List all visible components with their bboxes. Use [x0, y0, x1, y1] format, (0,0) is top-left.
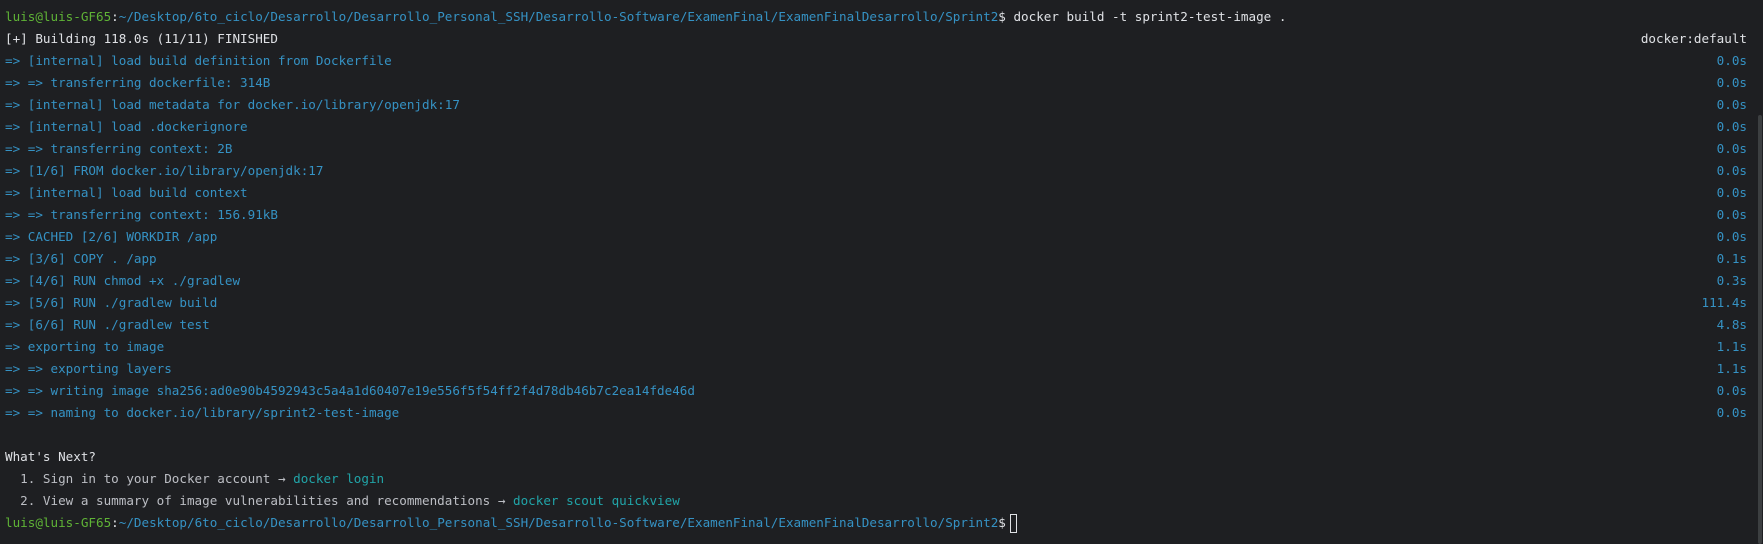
build-step-time: 0.1s [1716, 251, 1747, 266]
build-step-row: => => exporting layers 1.1s [5, 358, 1747, 380]
prompt-path: ~/Desktop/6to_ciclo/Desarrollo/Desarroll… [118, 9, 999, 24]
build-step-row: => [5/6] RUN ./gradlew build 111.4s [5, 292, 1747, 314]
build-step-row: => exporting to image 1.1s [5, 336, 1747, 358]
prompt-symbol: $ [998, 9, 1006, 24]
build-step-row: => => writing image sha256:ad0e90b459294… [5, 380, 1747, 402]
build-step-time: 0.0s [1716, 163, 1747, 178]
prompt-symbol: $ [998, 515, 1006, 530]
build-step-time: 0.0s [1716, 141, 1747, 156]
build-step-time: 0.0s [1716, 97, 1747, 112]
whats-next-command[interactable]: docker scout quickview [513, 493, 680, 508]
build-step-time: 0.0s [1716, 207, 1747, 222]
build-step-text: => [4/6] RUN chmod +x ./gradlew [5, 273, 241, 288]
prompt-colon: : [111, 515, 119, 530]
build-step-time: 111.4s [1701, 295, 1748, 310]
build-context: docker:default [1640, 31, 1747, 46]
build-step-text: => [5/6] RUN ./gradlew build [5, 295, 218, 310]
prompt-path: ~/Desktop/6to_ciclo/Desarrollo/Desarroll… [118, 515, 999, 530]
build-step-text: => => transferring dockerfile: 314B [5, 75, 271, 90]
build-step-text: => [internal] load metadata for docker.i… [5, 97, 460, 112]
prompt-line-current[interactable]: luis@luis-GF65:~/Desktop/6to_ciclo/Desar… [5, 512, 1747, 534]
build-step-row: => => transferring context: 156.91kB 0.0s [5, 204, 1747, 226]
build-step-row: => => transferring dockerfile: 314B 0.0s [5, 72, 1747, 94]
build-step-row: => [1/6] FROM docker.io/library/openjdk:… [5, 160, 1747, 182]
build-header: [+] Building 118.0s (11/11) FINISHED dock… [5, 28, 1747, 50]
build-step-time: 0.0s [1716, 75, 1747, 90]
build-step-row: => => naming to docker.io/library/sprint… [5, 402, 1747, 424]
build-step-text: => => exporting layers [5, 361, 172, 376]
build-status: [+] Building 118.0s (11/11) FINISHED [5, 31, 278, 46]
terminal-output: luis@luis-GF65:~/Desktop/6to_ciclo/Desar… [5, 6, 1747, 534]
build-step-text: => => transferring context: 156.91kB [5, 207, 278, 222]
build-step-time: 0.0s [1716, 53, 1747, 68]
whats-next-list: 1. Sign in to your Docker account → dock… [5, 468, 1747, 512]
build-step-row: => CACHED [2/6] WORKDIR /app 0.0s [5, 226, 1747, 248]
prompt-user-host: luis@luis-GF65 [5, 515, 112, 530]
build-step-time: 0.0s [1716, 405, 1747, 420]
whats-next-text: 1. Sign in to your Docker account → [5, 471, 294, 486]
build-step-row: => [internal] load build context 0.0s [5, 182, 1747, 204]
build-step-text: => exporting to image [5, 339, 165, 354]
build-step-text: => [6/6] RUN ./gradlew test [5, 317, 210, 332]
build-step-time: 1.1s [1716, 361, 1747, 376]
build-step-text: => => writing image sha256:ad0e90b459294… [5, 383, 695, 398]
build-step-time: 1.1s [1716, 339, 1747, 354]
build-step-text: => => naming to docker.io/library/sprint… [5, 405, 400, 420]
whats-next-title: What's Next? [5, 449, 96, 464]
build-step-time: 0.3s [1716, 273, 1747, 288]
build-step-text: => [1/6] FROM docker.io/library/openjdk:… [5, 163, 324, 178]
build-step-time: 0.0s [1716, 229, 1747, 244]
text-cursor[interactable] [1009, 514, 1017, 533]
build-steps-list: => [internal] load build definition from… [5, 50, 1747, 424]
build-step-text: => [internal] load build definition from… [5, 53, 392, 68]
prompt-colon: : [111, 9, 119, 24]
whats-next-command[interactable]: docker login [293, 471, 384, 486]
build-step-text: => [internal] load .dockerignore [5, 119, 248, 134]
build-step-time: 0.0s [1716, 185, 1747, 200]
build-step-time: 0.0s [1716, 383, 1747, 398]
build-step-row: => [3/6] COPY . /app 0.1s [5, 248, 1747, 270]
build-step-row: => => transferring context: 2B 0.0s [5, 138, 1747, 160]
prompt-line: luis@luis-GF65:~/Desktop/6to_ciclo/Desar… [5, 6, 1747, 28]
build-step-row: => [6/6] RUN ./gradlew test 4.8s [5, 314, 1747, 336]
whats-next-text: 2. View a summary of image vulnerabiliti… [5, 493, 513, 508]
vertical-scrollbar[interactable] [1758, 115, 1762, 544]
whats-next-item: 1. Sign in to your Docker account → dock… [5, 468, 1747, 490]
terminal-window[interactable]: luis@luis-GF65:~/Desktop/6to_ciclo/Desar… [0, 0, 1763, 544]
build-step-time: 0.0s [1716, 119, 1747, 134]
build-step-text: => CACHED [2/6] WORKDIR /app [5, 229, 218, 244]
prompt-user-host: luis@luis-GF65 [5, 9, 112, 24]
whats-next-item: 2. View a summary of image vulnerabiliti… [5, 490, 1747, 512]
build-step-row: => [internal] load .dockerignore 0.0s [5, 116, 1747, 138]
build-step-row: => [internal] load metadata for docker.i… [5, 94, 1747, 116]
build-step-time: 4.8s [1716, 317, 1747, 332]
build-step-text: => => transferring context: 2B [5, 141, 233, 156]
build-step-row: => [4/6] RUN chmod +x ./gradlew 0.3s [5, 270, 1747, 292]
build-step-text: => [internal] load build context [5, 185, 248, 200]
build-step-row: => [internal] load build definition from… [5, 50, 1747, 72]
prompt-command: docker build -t sprint2-test-image . [1005, 9, 1287, 24]
build-step-text: => [3/6] COPY . /app [5, 251, 157, 266]
